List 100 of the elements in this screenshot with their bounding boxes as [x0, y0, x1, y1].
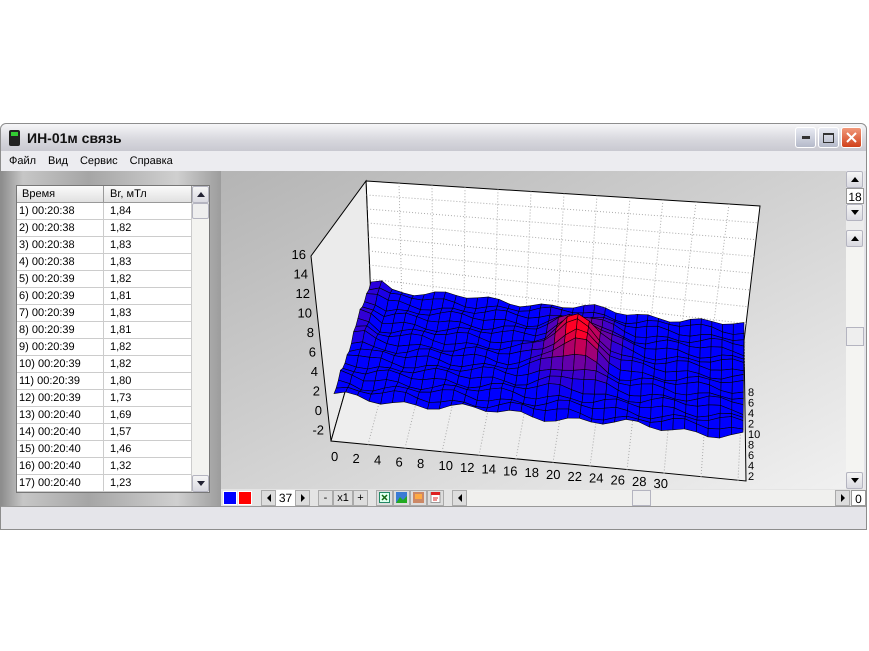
caret-right-icon: [840, 494, 844, 502]
axis-tick-label: 22: [568, 468, 582, 484]
scroll-down-button[interactable]: [192, 475, 209, 492]
axis-tick-label: 28: [632, 474, 646, 489]
axis-tick-label: 2: [748, 418, 754, 430]
axis-tick-label: 8: [306, 325, 314, 340]
position-value: 0: [851, 490, 866, 506]
scroll-left-button[interactable]: [452, 490, 467, 506]
menu-item[interactable]: Справка: [124, 155, 179, 167]
image-export-button[interactable]: [393, 490, 410, 506]
table-cell: 6) 00:20:39: [17, 288, 104, 305]
zoom-in-button[interactable]: +: [353, 490, 368, 506]
caret-up-icon: [850, 177, 858, 182]
axis-tick-label: 2: [748, 471, 754, 483]
table-cell: 4) 00:20:38: [17, 254, 104, 271]
caret-left-icon: [266, 494, 270, 502]
menu-item[interactable]: Сервис: [74, 155, 124, 167]
axis-tick-label: 10: [298, 306, 312, 320]
maximize-icon: [823, 132, 834, 142]
next-button[interactable]: [295, 490, 310, 506]
axis-tick-label: 30: [654, 476, 668, 489]
caret-up-icon: [850, 236, 858, 241]
table-cell: 2) 00:20:38: [17, 220, 104, 237]
table-cell: 1) 00:20:38: [17, 203, 104, 220]
caret-right-icon: [300, 494, 304, 502]
minimize-button[interactable]: [795, 127, 816, 148]
color-swatch[interactable]: [223, 490, 237, 504]
axis-tick-label: 0: [331, 449, 338, 464]
axis-tick-label: 2: [312, 384, 320, 398]
table-cell: 5) 00:20:39: [17, 271, 104, 288]
table-cell: 13) 00:20:40: [17, 407, 104, 424]
axis-tick-label: 2: [352, 450, 360, 466]
table-cell: 9) 00:20:39: [17, 339, 104, 356]
axis-tick-label: 24: [589, 470, 604, 486]
axis-tick-label: 8: [748, 387, 754, 399]
axis-tick-label: 6: [748, 450, 754, 462]
scroll-down-button[interactable]: [846, 472, 863, 489]
color-swatch[interactable]: [238, 490, 252, 504]
axis-tick-label: 14: [294, 266, 308, 282]
pdf-export-button[interactable]: [427, 490, 444, 506]
axis-tick-label: 6: [308, 344, 316, 360]
axis-tick-label: 18: [524, 465, 539, 480]
axis-tick-label: 10: [438, 458, 453, 473]
column-header[interactable]: Время: [17, 186, 104, 203]
axis-tick-label: 6: [396, 454, 403, 470]
caret-down-icon: [850, 478, 858, 483]
scroll-thumb[interactable]: [192, 203, 209, 219]
axis-tick-label: 12: [296, 286, 310, 301]
menu-item[interactable]: Вид: [42, 155, 74, 167]
column-header[interactable]: Br, мТл: [104, 186, 192, 203]
window-title: ИН-01м связь: [27, 130, 122, 146]
axis-tick-label: 0: [314, 403, 322, 418]
axis-tick-label: 26: [610, 472, 625, 488]
maximize-button[interactable]: [818, 127, 839, 148]
axis-tick-label: 16: [292, 247, 306, 262]
axis-tick-label: 4: [748, 460, 754, 472]
caret-left-icon: [458, 494, 462, 502]
previous-button[interactable]: [261, 490, 276, 506]
axis-tick-label: 16: [503, 463, 518, 478]
axis-tick-label: 4: [748, 408, 754, 420]
zoom-out-button[interactable]: -: [318, 490, 333, 506]
landscape-icon: [396, 492, 407, 503]
table-cell: 10) 00:20:39: [17, 356, 104, 373]
axis-tick-label: 4: [310, 364, 318, 379]
menu-item[interactable]: Файл: [3, 155, 42, 167]
table-cell: 11) 00:20:39: [17, 373, 104, 390]
spinner-value[interactable]: 18: [846, 188, 864, 204]
axis-tick-label: 14: [482, 462, 496, 477]
picture-icon: [413, 492, 424, 503]
caret-down-icon: [850, 210, 858, 215]
spin-up-button[interactable]: [846, 171, 863, 188]
spin-down-button[interactable]: [846, 204, 863, 221]
axis-tick-label: -2: [312, 422, 324, 438]
close-button[interactable]: [841, 127, 862, 148]
axis-tick-label: 20: [546, 467, 560, 482]
axis-tick-label: 10: [748, 429, 760, 441]
table-cell: 16) 00:20:40: [17, 458, 104, 475]
axis-tick-label: 6: [748, 398, 754, 410]
table-cell: 12) 00:20:39: [17, 390, 104, 407]
scroll-thumb[interactable]: [846, 327, 864, 346]
table-cell: 3) 00:20:38: [17, 237, 104, 254]
table-cell: 17) 00:20:40: [17, 475, 104, 492]
scroll-right-button[interactable]: [835, 490, 850, 506]
axis-tick-label: 8: [417, 456, 424, 472]
spreadsheet-export-button[interactable]: [376, 490, 393, 506]
close-icon: [846, 132, 857, 143]
axis-tick-label: 12: [460, 460, 474, 475]
scroll-up-button[interactable]: [846, 230, 863, 247]
table-cell: 7) 00:20:39: [17, 305, 104, 322]
axis-tick-label: 8: [748, 440, 754, 452]
frame-field[interactable]: 37: [276, 490, 295, 506]
scroll-up-button[interactable]: [192, 186, 209, 203]
zoom-button[interactable]: x1: [333, 490, 353, 506]
document-icon: [430, 492, 441, 503]
axis-tick-label: 4: [374, 452, 382, 468]
scroll-thumb[interactable]: [632, 490, 651, 506]
minimize-icon: [802, 136, 810, 139]
table-cell: 8) 00:20:39: [17, 322, 104, 339]
device-icon: [8, 128, 22, 146]
spreadsheet-icon: [379, 492, 390, 503]
